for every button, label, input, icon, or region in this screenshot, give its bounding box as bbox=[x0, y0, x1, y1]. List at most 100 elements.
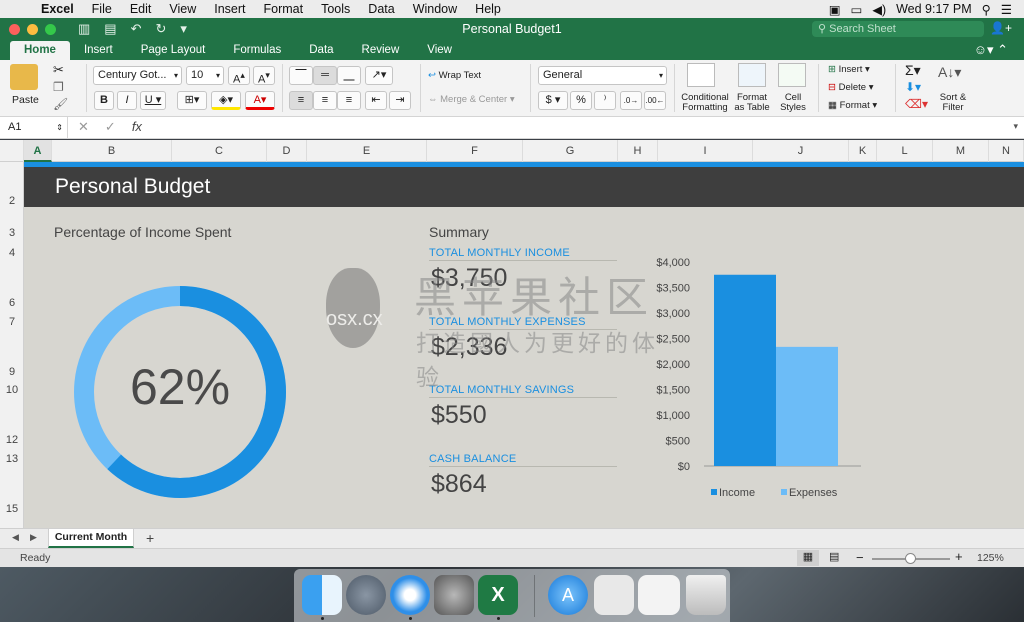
menu-window[interactable]: Window bbox=[404, 2, 466, 16]
tab-data[interactable]: Data bbox=[295, 41, 347, 60]
borders-button[interactable]: ⊞▾ bbox=[177, 91, 207, 110]
col-header-l[interactable]: L bbox=[877, 140, 933, 162]
zoom-level[interactable]: 125% bbox=[977, 552, 1004, 564]
increase-indent-button[interactable]: ⇥ bbox=[389, 91, 411, 110]
finder-icon[interactable] bbox=[302, 575, 342, 615]
italic-button[interactable]: I bbox=[117, 91, 137, 110]
row-header[interactable]: 6 bbox=[0, 297, 24, 309]
align-middle-button[interactable]: ═ bbox=[313, 66, 337, 85]
name-box[interactable]: A1 ⇕ bbox=[0, 117, 68, 138]
wrap-text-button[interactable]: ↩ Wrap Text bbox=[428, 70, 481, 81]
copy-icon[interactable]: ❐ bbox=[53, 80, 64, 94]
row-header[interactable]: 12 bbox=[0, 434, 24, 446]
zoom-slider-thumb[interactable] bbox=[905, 553, 916, 564]
zoom-in-button[interactable]: + bbox=[955, 549, 963, 564]
conditional-formatting-button[interactable]: Conditional Formatting bbox=[678, 93, 732, 113]
search-sheet-input[interactable]: ⚲ Search Sheet bbox=[812, 21, 984, 37]
col-header-j[interactable]: J bbox=[753, 140, 849, 162]
tab-home[interactable]: Home bbox=[10, 41, 70, 60]
fill-icon[interactable]: ⬇▾ bbox=[905, 80, 921, 94]
menu-tools[interactable]: Tools bbox=[312, 2, 359, 16]
normal-view-icon[interactable]: ▦ bbox=[797, 550, 819, 566]
menu-help[interactable]: Help bbox=[466, 2, 510, 16]
app-store-icon[interactable]: A bbox=[548, 575, 588, 615]
launchpad-icon[interactable] bbox=[346, 575, 386, 615]
display-icon[interactable]: ▭ bbox=[851, 2, 863, 17]
share-user-icon[interactable]: 👤+ bbox=[990, 21, 1012, 35]
cell-styles-button[interactable]: Cell Styles bbox=[776, 93, 810, 113]
menu-view[interactable]: View bbox=[160, 2, 205, 16]
col-header-b[interactable]: B bbox=[52, 140, 172, 162]
notification-icon[interactable]: ▣ bbox=[829, 2, 841, 17]
row-header[interactable]: 4 bbox=[0, 247, 24, 259]
decrease-font-size-button[interactable]: A▾ bbox=[253, 66, 275, 86]
document-stack-icon[interactable] bbox=[638, 575, 680, 615]
tab-view[interactable]: View bbox=[413, 41, 466, 60]
col-header-k[interactable]: K bbox=[849, 140, 877, 162]
row-header[interactable]: 2 bbox=[0, 195, 24, 207]
sort-filter-button[interactable]: Sort & Filter bbox=[936, 93, 970, 113]
conditional-formatting-icon[interactable] bbox=[687, 63, 715, 87]
align-center-button[interactable]: ≡ bbox=[313, 91, 337, 110]
zoom-slider[interactable] bbox=[872, 553, 950, 564]
menu-file[interactable]: File bbox=[83, 2, 121, 16]
sheet-tab-current-month[interactable]: Current Month bbox=[48, 529, 134, 548]
align-bottom-button[interactable]: ⎽ bbox=[337, 66, 361, 85]
tab-insert[interactable]: Insert bbox=[70, 41, 127, 60]
menu-data[interactable]: Data bbox=[359, 2, 403, 16]
row-header[interactable]: 10 bbox=[0, 384, 24, 396]
col-header-a[interactable]: A bbox=[24, 140, 52, 162]
sort-filter-icon[interactable]: A↓▾ bbox=[938, 64, 961, 81]
spotlight-icon[interactable]: ⚲ bbox=[982, 2, 991, 17]
tab-review[interactable]: Review bbox=[348, 41, 414, 60]
excel-icon[interactable]: X bbox=[478, 575, 518, 615]
fill-color-button[interactable]: ◈▾ bbox=[211, 91, 241, 110]
col-header-g[interactable]: G bbox=[523, 140, 618, 162]
page-layout-view-icon[interactable]: ▤ bbox=[829, 550, 839, 563]
col-header-c[interactable]: C bbox=[172, 140, 267, 162]
col-header-d[interactable]: D bbox=[267, 140, 307, 162]
font-size-select[interactable]: 10 ▾ bbox=[186, 66, 224, 85]
menu-edit[interactable]: Edit bbox=[121, 2, 161, 16]
feedback-smiley-icon[interactable]: ☺▾ ⌃ bbox=[974, 42, 1008, 58]
font-name-select[interactable]: Century Got... ▾ bbox=[93, 66, 182, 85]
row-header[interactable]: 9 bbox=[0, 366, 24, 378]
cancel-formula-icon[interactable]: ✕ bbox=[78, 119, 89, 135]
row-header[interactable]: 7 bbox=[0, 316, 24, 328]
increase-decimal-button[interactable]: .0→ bbox=[620, 91, 642, 110]
col-header-h[interactable]: H bbox=[618, 140, 658, 162]
paste-icon[interactable] bbox=[10, 64, 38, 90]
col-header-e[interactable]: E bbox=[307, 140, 427, 162]
formula-input[interactable] bbox=[150, 117, 1010, 138]
row-header[interactable]: 3 bbox=[0, 227, 24, 239]
menubar-clock[interactable]: Wed 9:17 PM bbox=[896, 2, 972, 16]
cut-icon[interactable]: ✂ bbox=[53, 62, 64, 78]
format-as-table-icon[interactable] bbox=[738, 63, 766, 87]
menu-app-name[interactable]: Excel bbox=[32, 2, 83, 16]
prev-sheet-icon[interactable]: ◀ bbox=[12, 532, 19, 543]
trash-icon[interactable] bbox=[686, 575, 726, 615]
notification-center-icon[interactable]: ☰ bbox=[1001, 2, 1012, 17]
col-header-n[interactable]: N bbox=[989, 140, 1024, 162]
delete-cells-button[interactable]: ⊟ Delete ▾ bbox=[828, 82, 874, 93]
system-preferences-icon[interactable] bbox=[434, 575, 474, 615]
underline-button[interactable]: U ▾ bbox=[140, 91, 166, 110]
align-left-button[interactable]: ≡ bbox=[289, 91, 313, 110]
menu-format[interactable]: Format bbox=[255, 2, 313, 16]
bold-button[interactable]: B bbox=[94, 91, 114, 110]
format-as-table-button[interactable]: Format as Table bbox=[732, 93, 772, 113]
safari-icon[interactable] bbox=[390, 575, 430, 615]
format-painter-icon[interactable]: 🖌 bbox=[53, 97, 68, 111]
zoom-out-button[interactable]: − bbox=[856, 550, 864, 565]
volume-icon[interactable]: ◀) bbox=[872, 2, 886, 17]
comma-format-button[interactable]: ⁾ bbox=[594, 91, 616, 110]
row-header[interactable]: 15 bbox=[0, 503, 24, 515]
confirm-formula-icon[interactable]: ✓ bbox=[105, 119, 116, 135]
paste-button[interactable]: Paste bbox=[12, 94, 39, 106]
tab-page-layout[interactable]: Page Layout bbox=[127, 41, 220, 60]
row-header[interactable]: 13 bbox=[0, 453, 24, 465]
col-header-i[interactable]: I bbox=[658, 140, 753, 162]
col-header-m[interactable]: M bbox=[933, 140, 989, 162]
percent-format-button[interactable]: % bbox=[570, 91, 592, 110]
orientation-button[interactable]: ↗▾ bbox=[365, 66, 393, 85]
